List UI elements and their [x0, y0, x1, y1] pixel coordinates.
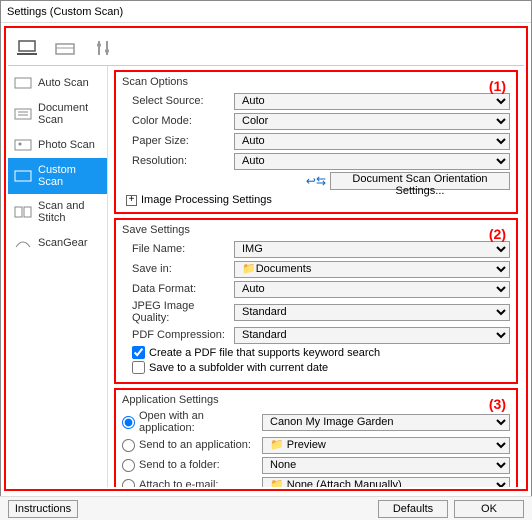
document-scan-icon: [14, 107, 32, 121]
toolbar: [8, 30, 524, 66]
jpeg-quality-dropdown[interactable]: Standard: [234, 304, 510, 321]
scangear-icon: [14, 236, 32, 250]
instructions-button[interactable]: Instructions: [8, 500, 78, 518]
sidebar-item-label: ScanGear: [38, 237, 88, 249]
pdf-keyword-checkbox[interactable]: [132, 346, 145, 359]
bottom-bar: Instructions Defaults OK: [0, 496, 532, 520]
general-settings-icon[interactable]: [92, 37, 114, 59]
save-in-dropdown[interactable]: 📁Documents: [234, 261, 510, 278]
subfolder-checkbox[interactable]: [132, 361, 145, 374]
paper-size-dropdown[interactable]: Auto: [234, 133, 510, 150]
attach-email-label: Attach to e-mail:: [139, 479, 218, 487]
pdf-compression-label: PDF Compression:: [122, 329, 234, 341]
panel-number: (3): [489, 396, 506, 412]
orientation-refresh-icon[interactable]: ↩⇆: [306, 174, 326, 188]
open-with-label: Open with an application:: [139, 410, 262, 434]
sidebar-item-label: Custom Scan: [38, 164, 101, 188]
paper-size-label: Paper Size:: [122, 135, 234, 147]
attach-email-dropdown[interactable]: 📁 None (Attach Manually): [262, 477, 510, 488]
pdf-keyword-label: Create a PDF file that supports keyword …: [149, 347, 380, 359]
sidebar-item-scan-stitch[interactable]: Scan and Stitch: [8, 194, 107, 230]
data-format-label: Data Format:: [122, 283, 234, 295]
scan-from-computer-icon[interactable]: [16, 37, 38, 59]
scan-options-panel: (1) Scan Options Select Source:Auto Colo…: [114, 70, 518, 214]
open-with-dropdown[interactable]: Canon My Image Garden: [262, 414, 510, 431]
send-folder-label: Send to a folder:: [139, 459, 220, 471]
auto-scan-icon: [14, 76, 32, 90]
send-app-dropdown[interactable]: 📁 Preview: [262, 437, 510, 454]
expander-label: Image Processing Settings: [141, 194, 272, 206]
save-settings-panel: (2) Save Settings File Name:IMG Save in:…: [114, 218, 518, 384]
select-source-dropdown[interactable]: Auto: [234, 93, 510, 110]
sidebar-item-label: Scan and Stitch: [38, 200, 101, 224]
color-mode-dropdown[interactable]: Color: [234, 113, 510, 130]
image-processing-expander[interactable]: + Image Processing Settings: [122, 194, 510, 206]
pdf-compression-dropdown[interactable]: Standard: [234, 327, 510, 344]
sidebar-item-label: Auto Scan: [38, 77, 89, 89]
doc-orientation-button[interactable]: Document Scan Orientation Settings...: [330, 172, 510, 190]
application-settings-legend: Application Settings: [122, 394, 510, 406]
photo-scan-icon: [14, 138, 32, 152]
color-mode-label: Color Mode:: [122, 115, 234, 127]
sidebar-item-document-scan[interactable]: Document Scan: [8, 96, 107, 132]
open-with-radio[interactable]: [122, 416, 135, 429]
sidebar-item-label: Photo Scan: [38, 139, 95, 151]
plus-icon: +: [126, 195, 137, 206]
main-panel: (1) Scan Options Select Source:Auto Colo…: [108, 66, 524, 487]
ok-button[interactable]: OK: [454, 500, 524, 518]
panel-number: (2): [489, 226, 506, 242]
sidebar: Auto Scan Document Scan Photo Scan Custo…: [8, 66, 108, 487]
stitch-icon: [14, 205, 32, 219]
defaults-button[interactable]: Defaults: [378, 500, 448, 518]
sidebar-item-custom-scan[interactable]: Custom Scan: [8, 158, 107, 194]
sidebar-item-scangear[interactable]: ScanGear: [8, 230, 107, 256]
scan-options-legend: Scan Options: [122, 76, 510, 88]
sidebar-item-label: Document Scan: [38, 102, 101, 126]
select-source-label: Select Source:: [122, 95, 234, 107]
scan-from-panel-icon[interactable]: [54, 37, 76, 59]
file-name-field[interactable]: IMG: [234, 241, 510, 258]
resolution-dropdown[interactable]: Auto: [234, 153, 510, 170]
save-in-label: Save in:: [122, 263, 234, 275]
jpeg-quality-label: JPEG Image Quality:: [122, 300, 234, 324]
send-app-label: Send to an application:: [139, 439, 251, 451]
custom-scan-icon: [14, 169, 32, 183]
subfolder-label: Save to a subfolder with current date: [149, 362, 328, 374]
resolution-label: Resolution:: [122, 155, 234, 167]
sidebar-item-photo-scan[interactable]: Photo Scan: [8, 132, 107, 158]
panel-number: (1): [489, 78, 506, 94]
data-format-dropdown[interactable]: Auto: [234, 281, 510, 298]
window-title: Settings (Custom Scan): [1, 1, 531, 23]
application-settings-panel: (3) Application Settings Open with an ap…: [114, 388, 518, 487]
send-folder-radio[interactable]: [122, 459, 135, 472]
save-settings-legend: Save Settings: [122, 224, 510, 236]
send-app-radio[interactable]: [122, 439, 135, 452]
file-name-label: File Name:: [122, 243, 234, 255]
sidebar-item-auto-scan[interactable]: Auto Scan: [8, 70, 107, 96]
attach-email-radio[interactable]: [122, 479, 135, 488]
send-folder-dropdown[interactable]: None: [262, 457, 510, 474]
